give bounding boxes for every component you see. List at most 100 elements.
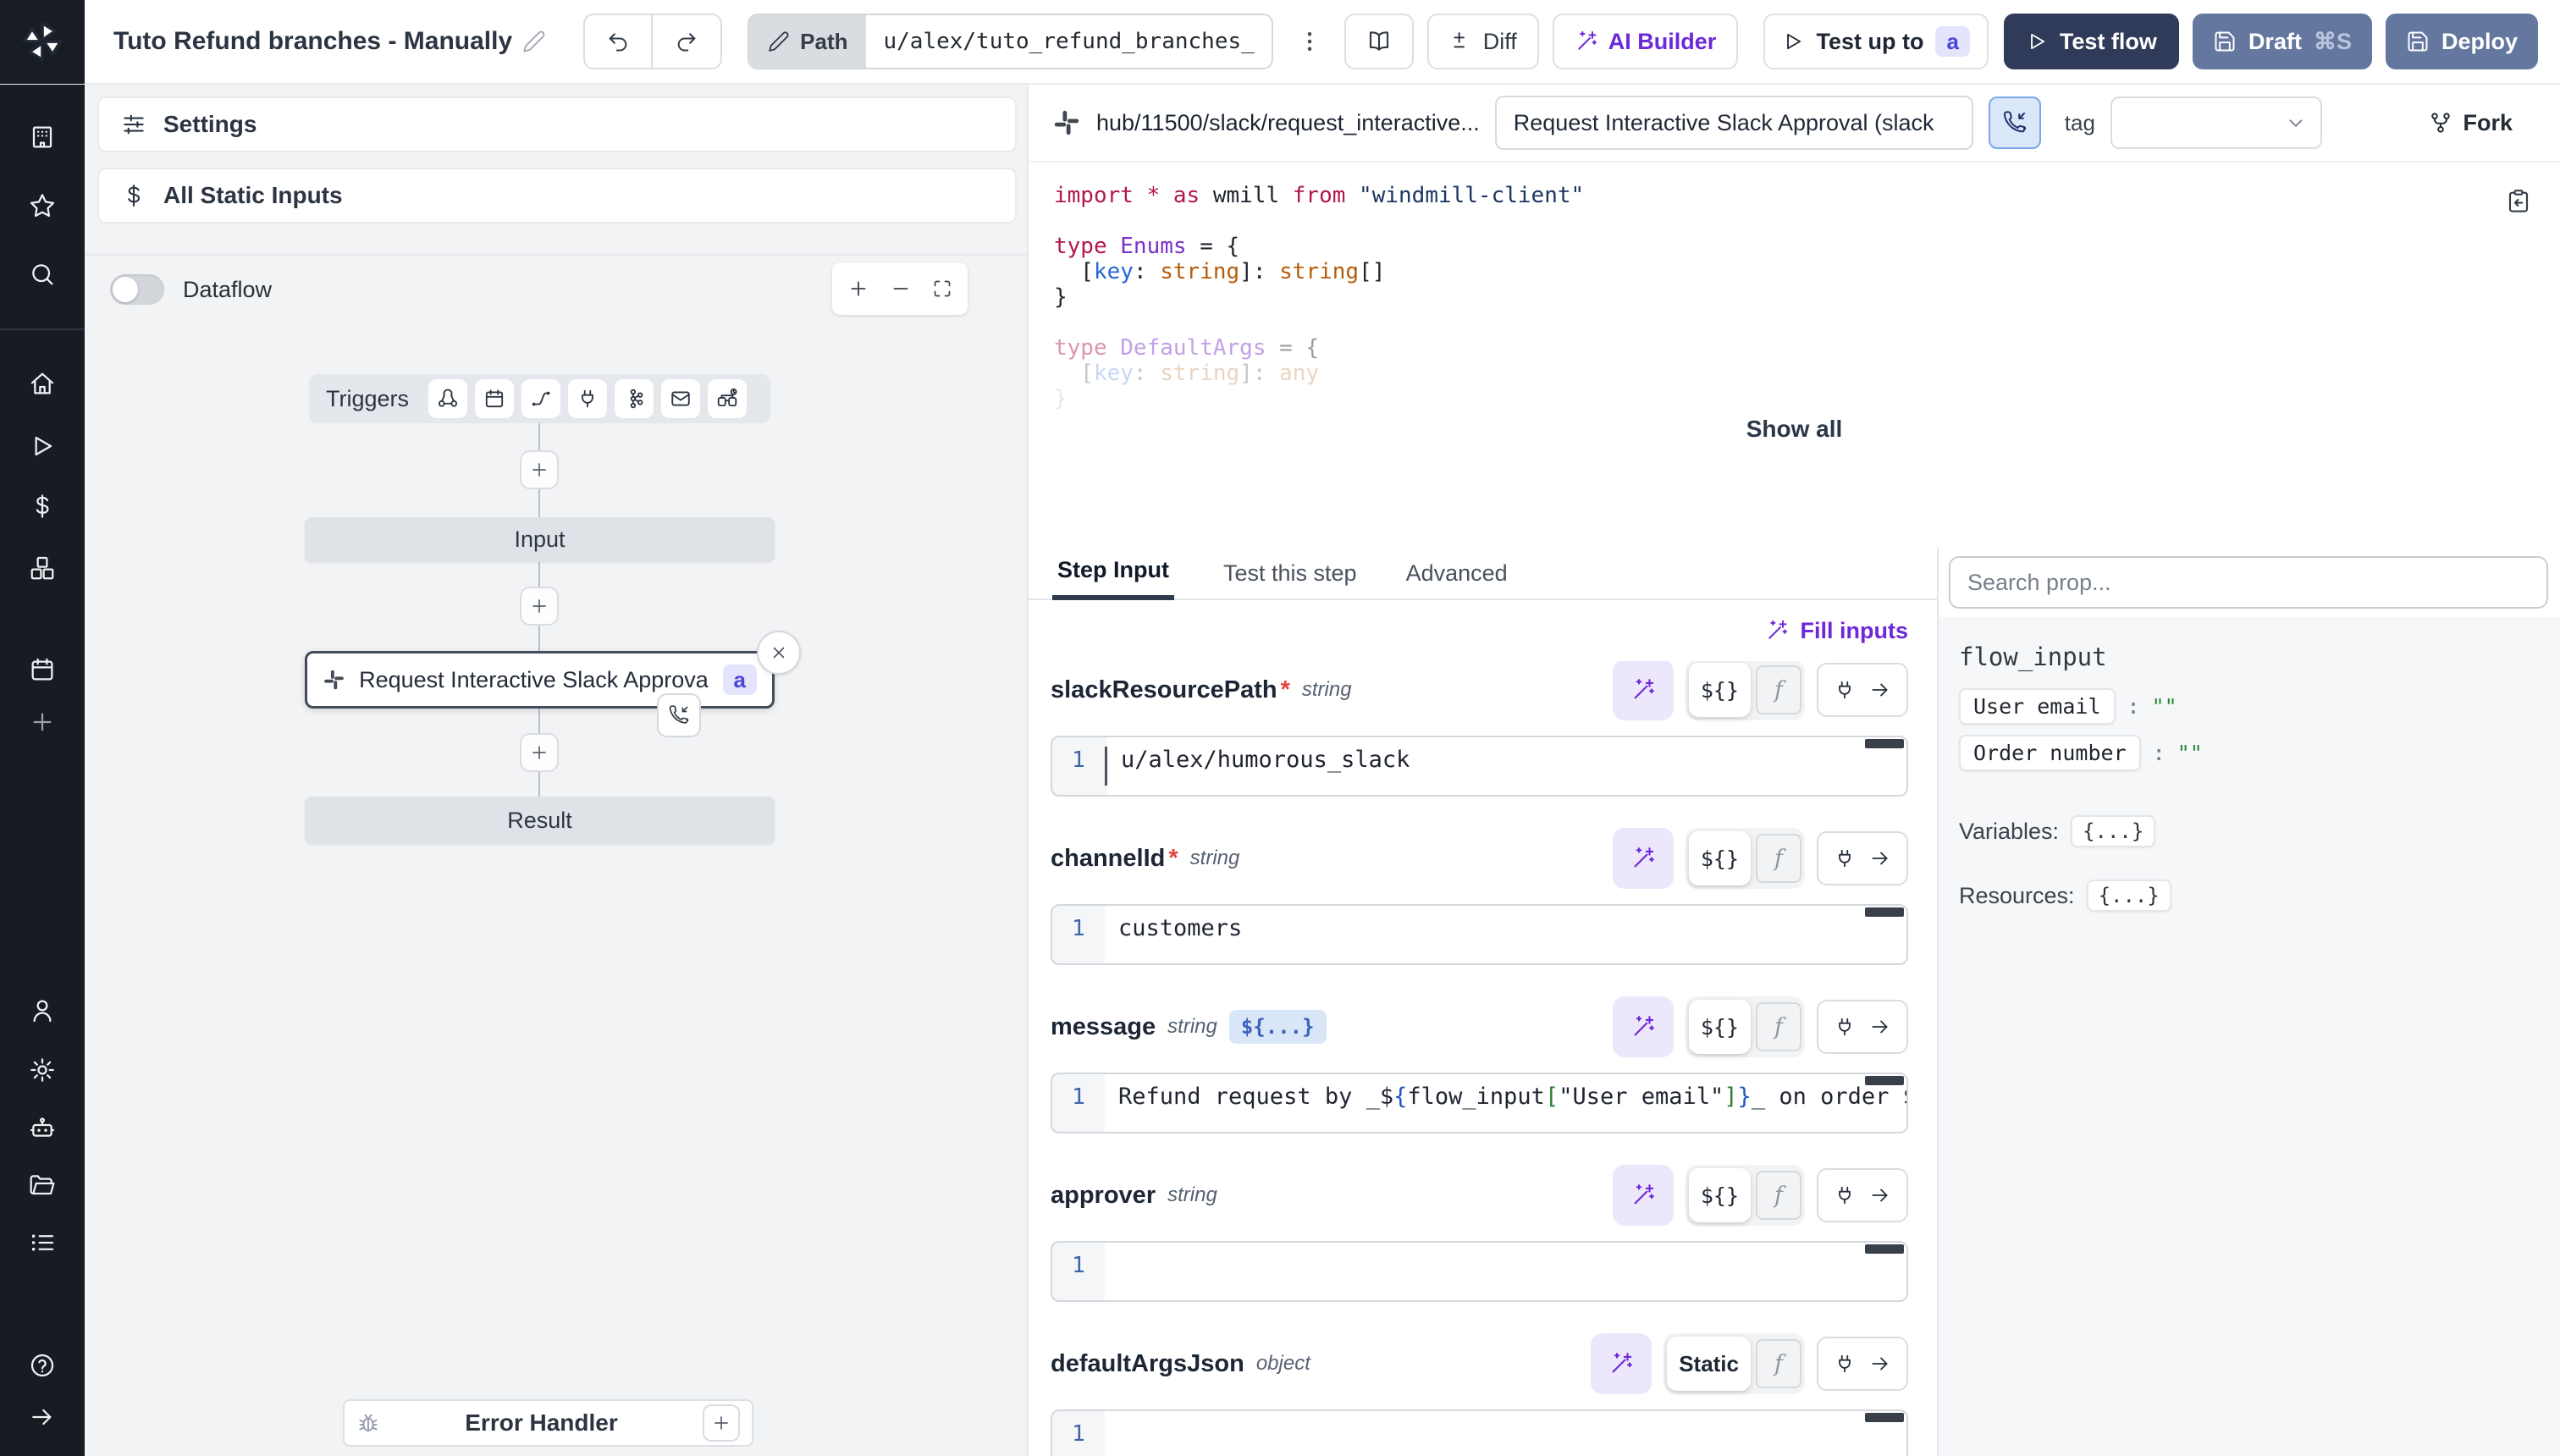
editor-scrollbar-thumb[interactable] <box>1865 1413 1904 1422</box>
resources-icon[interactable] <box>29 554 56 582</box>
user-icon[interactable] <box>29 997 56 1024</box>
tab-test-this-step[interactable]: Test this step <box>1223 560 1357 598</box>
workers-icon[interactable] <box>29 1115 56 1142</box>
folders-icon[interactable] <box>29 1172 56 1199</box>
field-value-editor[interactable]: 1 customers <box>1051 904 1908 965</box>
tag-select[interactable] <box>2110 97 2322 149</box>
zoom-out-icon[interactable] <box>890 278 912 300</box>
insert-step-button[interactable] <box>520 587 559 626</box>
flow-settings-button[interactable]: Settings <box>97 97 1017 152</box>
search-prop-input[interactable]: Search prop... <box>1949 556 2548 609</box>
windmill-logo[interactable] <box>0 0 85 84</box>
code-editor[interactable]: import * as wmill from "windmill-client"… <box>1029 163 2560 548</box>
function-mode-button[interactable]: f <box>1756 1002 1801 1051</box>
draft-button[interactable]: Draft ⌘S <box>2193 14 2372 69</box>
result-node[interactable]: Result <box>305 797 775 844</box>
field-value-editor[interactable]: 1 <box>1051 1409 1908 1456</box>
docs-button[interactable] <box>1344 14 1414 69</box>
prop-key-pill[interactable]: Order number <box>1959 735 2141 771</box>
function-mode-button[interactable]: f <box>1756 834 1801 883</box>
ai-fill-button[interactable] <box>1613 661 1674 720</box>
add-icon[interactable] <box>29 709 56 736</box>
show-all-button[interactable]: Show all <box>1029 416 2560 442</box>
fork-button[interactable]: Fork <box>2429 110 2513 136</box>
diff-button[interactable]: Diff <box>1427 14 1539 69</box>
input-mode-button[interactable]: Static <box>1667 1337 1751 1391</box>
editor-scrollbar-thumb[interactable] <box>1865 1244 1904 1254</box>
redo-button[interactable] <box>653 15 720 68</box>
zoom-in-icon[interactable] <box>847 278 869 300</box>
kafka-trigger-icon[interactable] <box>615 379 654 418</box>
input-mode-button[interactable]: ${} <box>1689 1000 1751 1054</box>
function-mode-button[interactable]: f <box>1756 1339 1801 1388</box>
connect-input-button[interactable] <box>1817 663 1908 717</box>
email-trigger-icon[interactable] <box>661 379 700 418</box>
settings-gear-icon[interactable] <box>29 1056 56 1084</box>
variables-icon[interactable] <box>29 493 56 520</box>
http-route-trigger-icon[interactable] <box>521 379 560 418</box>
undo-button[interactable] <box>585 15 653 68</box>
resources-expand-badge[interactable]: {...} <box>2087 880 2171 912</box>
search-icon[interactable] <box>29 261 56 288</box>
scheduled-poll-trigger-icon[interactable] <box>708 379 747 418</box>
connect-input-button[interactable] <box>1817 1337 1908 1391</box>
more-menu-icon[interactable] <box>1297 29 1322 54</box>
hub-script-path[interactable]: hub/11500/slack/request_interactive... <box>1096 110 1480 136</box>
schedules-icon[interactable] <box>29 656 56 683</box>
home-icon[interactable] <box>29 370 56 397</box>
flow-input-root[interactable]: flow_input <box>1959 643 2560 671</box>
test-up-to-button[interactable]: Test up to a <box>1763 14 1988 69</box>
triggers-node[interactable]: Triggers <box>309 374 770 423</box>
field-value-editor[interactable]: 1 u/alex/humorous_slack <box>1051 736 1908 797</box>
input-mode-button[interactable]: ${} <box>1689 831 1751 885</box>
step-summary-input[interactable]: Request Interactive Slack Approval (slac… <box>1495 96 1973 150</box>
ai-builder-button[interactable]: AI Builder <box>1553 14 1739 69</box>
tab-advanced[interactable]: Advanced <box>1406 560 1508 598</box>
delete-step-button[interactable] <box>757 631 801 675</box>
fill-inputs-button[interactable]: Fill inputs <box>1801 618 1909 644</box>
error-handler-node[interactable]: Error Handler <box>343 1399 753 1447</box>
editor-scrollbar-thumb[interactable] <box>1865 907 1904 917</box>
slack-approval-step-node[interactable]: Request Interactive Slack Approval (... … <box>305 651 775 709</box>
field-value-editor[interactable]: 1 <box>1051 1241 1908 1302</box>
path-button[interactable]: Path <box>749 15 866 68</box>
paste-code-icon[interactable] <box>2506 188 2531 213</box>
websocket-trigger-icon[interactable] <box>568 379 607 418</box>
logs-icon[interactable] <box>29 1229 56 1256</box>
tab-step-input[interactable]: Step Input <box>1052 557 1174 600</box>
edit-title-icon[interactable] <box>522 30 546 53</box>
variables-expand-badge[interactable]: {...} <box>2071 815 2155 847</box>
connect-input-button[interactable] <box>1817 1000 1908 1054</box>
function-mode-button[interactable]: f <box>1756 1171 1801 1220</box>
help-icon[interactable] <box>29 1352 56 1379</box>
schedule-trigger-icon[interactable] <box>475 379 514 418</box>
webhook-trigger-icon[interactable] <box>428 379 467 418</box>
expand-sidebar-icon[interactable] <box>29 1404 56 1431</box>
dataflow-toggle[interactable] <box>110 274 164 305</box>
input-mode-button[interactable]: ${} <box>1689 663 1751 717</box>
suspend-approval-button[interactable] <box>1989 97 2041 149</box>
runs-icon[interactable] <box>29 433 56 460</box>
editor-scrollbar-thumb[interactable] <box>1865 739 1904 748</box>
suspend-approval-icon[interactable] <box>657 693 701 737</box>
input-mode-button[interactable]: ${} <box>1689 1168 1751 1222</box>
insert-step-button[interactable] <box>520 450 559 489</box>
function-mode-button[interactable]: f <box>1756 665 1801 714</box>
add-error-handler-button[interactable] <box>703 1404 740 1442</box>
ai-fill-button[interactable] <box>1613 996 1674 1057</box>
connect-input-button[interactable] <box>1817 831 1908 885</box>
field-value-editor[interactable]: 1 Refund request by _${flow_input["User … <box>1051 1073 1908 1133</box>
deploy-button[interactable]: Deploy <box>2386 14 2538 69</box>
path-input[interactable]: u/alex/tuto_refund_branches_ <box>866 15 1271 68</box>
input-node[interactable]: Input <box>305 517 775 562</box>
test-flow-button[interactable]: Test flow <box>2004 14 2179 69</box>
ai-fill-button[interactable] <box>1591 1333 1652 1394</box>
all-static-inputs-button[interactable]: All Static Inputs <box>97 168 1017 223</box>
fit-view-icon[interactable] <box>932 279 952 299</box>
ai-fill-button[interactable] <box>1613 1165 1674 1226</box>
connect-input-button[interactable] <box>1817 1168 1908 1222</box>
insert-step-button[interactable] <box>520 733 559 772</box>
favorites-icon[interactable] <box>29 192 56 219</box>
prop-key-pill[interactable]: User email <box>1959 688 2116 725</box>
workspace-icon[interactable] <box>29 124 56 151</box>
